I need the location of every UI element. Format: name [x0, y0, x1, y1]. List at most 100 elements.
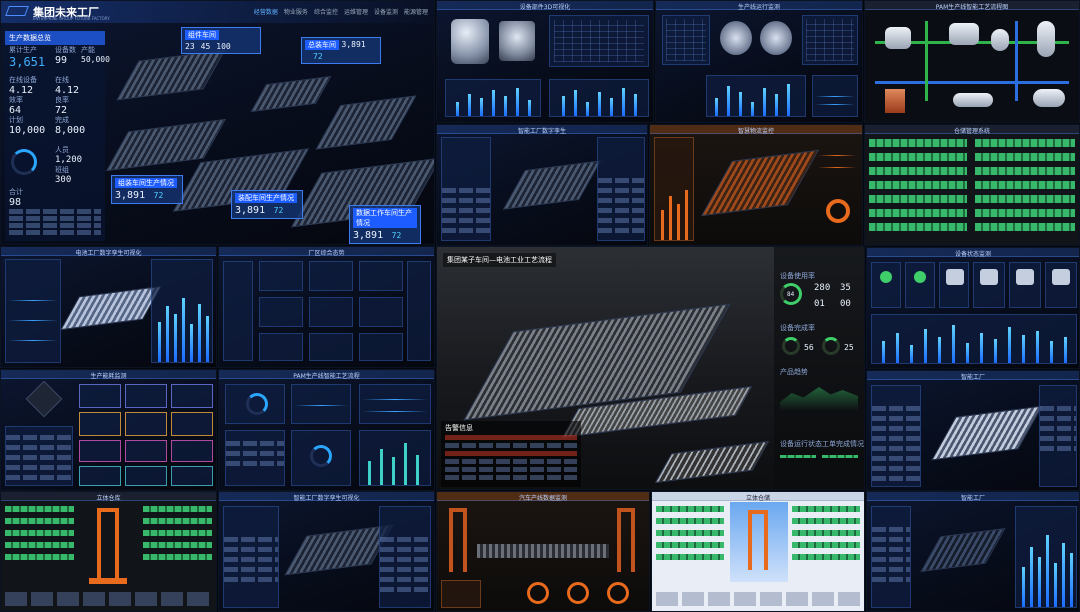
tag-value: 3,891 — [115, 190, 146, 201]
thumb-title: 生产线运行监测 — [737, 4, 780, 11]
panel-title: 生产数据总览 — [5, 31, 105, 45]
workshop-tag[interactable]: 装配车间生产情况 3,891 72 — [231, 190, 303, 219]
thumb-title: 设备状态监测 — [954, 251, 991, 258]
status-dot-icon — [914, 271, 926, 283]
storage-racks-3d[interactable] — [654, 440, 770, 484]
alarm-panel: 告警信息 — [441, 421, 581, 487]
machine-cluster[interactable] — [502, 160, 602, 210]
workshop-block[interactable] — [116, 49, 226, 101]
thumb-line-monitor[interactable]: 生产线运行监测 — [655, 0, 863, 123]
nav-item[interactable]: 物业服务 — [284, 7, 308, 16]
nav-item[interactable]: 经营数据 — [254, 7, 278, 16]
machine-icon — [720, 21, 752, 55]
kpi-label: 产能 — [81, 46, 95, 54]
kpi-devices: 设备数 99 — [55, 45, 76, 66]
orange-gauge-icon — [826, 199, 850, 223]
kpi-teams: 班组 300 — [55, 165, 71, 185]
bar-chart — [549, 79, 649, 117]
nav-item[interactable]: 运维管理 — [344, 7, 368, 16]
hero-dashboard: 集团未来工厂 ENTERPRISE GROUP FUTURE FACTORY 经… — [0, 0, 435, 245]
kpi-capacity: 产能 50,000 — [81, 45, 110, 64]
machine-icon — [451, 19, 489, 64]
thumb-auto-line[interactable]: 汽车产线数据监测 — [436, 491, 650, 612]
stacker-crane-icon — [97, 508, 119, 578]
warehouse-3d[interactable] — [700, 149, 820, 217]
cube-icon — [25, 380, 63, 418]
bar-chart — [359, 430, 431, 486]
gauge-icon — [246, 393, 268, 415]
thumb-digital-twin[interactable]: 智能工厂数字孪生 — [436, 124, 648, 246]
section-label: 告警信息 — [445, 424, 473, 432]
kpi-value: 300 — [55, 175, 72, 185]
thumb-battery-factory[interactable]: 电池工厂数字孪生可视化 — [0, 246, 217, 368]
factory-3d[interactable] — [284, 524, 394, 576]
thumb-title: 智能工厂数字孪生可视化 — [293, 495, 360, 502]
nav-item[interactable]: 设备监测 — [374, 7, 398, 16]
pipe-line — [925, 21, 928, 101]
kpi-online-2: 在线 4.12 — [55, 75, 79, 96]
workshop-tag[interactable]: 组件车间 23 45 100 — [181, 27, 261, 54]
kpi-yield: 良率 72 — [55, 95, 69, 116]
workshop-block[interactable] — [250, 75, 332, 113]
kpi-value: 1,200 — [55, 155, 83, 165]
factory-3d-scene[interactable]: 组件车间 23 45 100 总装车间 3,891 72 组装车间生产情况 3,… — [105, 25, 434, 244]
thumb-pam-process[interactable]: PAM生产线智能工艺流程 — [218, 369, 435, 491]
thumb-title: PAM生产线智能工艺流程 — [293, 373, 360, 380]
thumb-smart-factory[interactable]: 智能工厂 — [866, 370, 1080, 491]
thumb-title: 生产能耗监测 — [90, 373, 127, 380]
thumb-title: 智慧物流监控 — [737, 128, 774, 135]
thumb-warehouse-grid[interactable]: 仓储管理系统 — [864, 124, 1080, 246]
thumb-stacker-warehouse[interactable]: 立体仓库 — [0, 491, 217, 612]
furnace-icon — [885, 89, 905, 113]
kpi-value: 8,000 — [55, 125, 86, 136]
factory-3d[interactable] — [920, 528, 1006, 572]
status-dot-icon — [880, 271, 892, 283]
tag-value: 3,891 — [235, 205, 266, 216]
tag-value: 72 — [273, 206, 284, 215]
thumb-title: 电池工厂数字孪生可视化 — [75, 250, 142, 257]
thumb-light-warehouse[interactable]: 立体仓储 — [651, 491, 865, 612]
tank-icon — [991, 29, 1009, 51]
section-label: 设备运行状态 — [780, 440, 822, 448]
workshop-block[interactable] — [315, 95, 417, 150]
tag-value: 3,891 — [353, 230, 384, 241]
thumb-title: 汽车产线数据监测 — [518, 495, 567, 502]
thumb-device-status[interactable]: 设备状态监测 — [866, 247, 1080, 369]
pipe-line — [875, 81, 1069, 84]
workshop-tag[interactable]: 组装车间生产情况 3,891 72 — [111, 175, 183, 204]
nav-item[interactable]: 综合监控 — [314, 7, 338, 16]
factory-3d[interactable] — [931, 405, 1043, 461]
tag-title: 组件车间 — [185, 30, 219, 40]
thumb-smart-factory-twin[interactable]: 智能工厂数字孪生可视化 — [218, 491, 435, 612]
crane-viewport[interactable] — [730, 502, 788, 582]
kpi-value: 99 — [55, 55, 68, 66]
production-line-3d[interactable] — [60, 285, 162, 331]
thumb-title: 智能工厂 — [960, 374, 985, 381]
machine-icon — [980, 269, 998, 285]
workshop-tag[interactable]: 总装车间 3,891 72 — [301, 37, 381, 64]
tank-icon — [885, 27, 911, 49]
nav-item[interactable]: 能源管理 — [404, 7, 428, 16]
thumb-smart-factory-2[interactable]: 智能工厂 — [866, 491, 1080, 612]
kpi-label: 人员 — [55, 146, 69, 154]
thumb-site-overview[interactable]: 厂区综合态势 — [218, 246, 435, 368]
thumb-logistics[interactable]: 智慧物流监控 — [649, 124, 863, 246]
tank-icon — [1037, 21, 1055, 57]
kpi-staff: 人员 1,200 — [55, 145, 82, 165]
tag-value: 72 — [313, 52, 323, 61]
workshop-tag[interactable]: 数据工作车间生产情况 3,891 72 — [349, 205, 421, 244]
thumb-process-flow[interactable]: PAM生产线智能工艺流程图 — [864, 0, 1080, 123]
thumb-energy[interactable]: 生产能耗监测 — [0, 369, 217, 491]
metric-value: 84 — [787, 291, 795, 298]
brand-logo-icon — [5, 6, 29, 16]
featured-process-view[interactable]: 集团某子车间—电池工业工艺流程 设备使用率 84 280 35 01 00 设备… — [436, 246, 865, 490]
kpi-label: 合计 — [9, 188, 23, 196]
stacker-base-icon — [89, 578, 127, 584]
kpi-label: 计划 — [9, 116, 23, 124]
kpi-label: 在线设备 — [9, 76, 37, 84]
stat-value: 00 — [840, 299, 851, 309]
kpi-efficiency: 效率 64 — [9, 95, 23, 116]
thumb-device-3d[interactable]: 设备部件3D可视化 — [436, 0, 654, 123]
machine-icon — [946, 269, 964, 285]
trend-area-chart — [780, 387, 858, 411]
